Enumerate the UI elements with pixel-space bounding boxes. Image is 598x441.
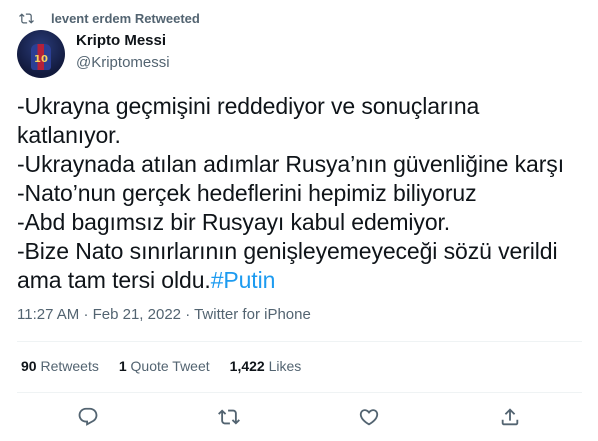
meta-separator: · [185,306,191,323]
tweet-line: -Ukraynada atılan adımlar Rusya’nın güve… [17,151,564,177]
meta-separator: · [83,306,89,323]
likes-label: Likes [268,358,302,374]
hashtag-link[interactable]: #Putin [211,267,276,293]
retweet-icon [218,409,240,425]
retweets-count: 90 [21,358,37,374]
tweet-line: -Bize Nato sınırlarının genişleyemeyeceğ… [17,238,558,264]
retweet-icon [19,12,34,24]
author-handle[interactable]: @Kriptomessi [76,54,170,71]
quote-tweets-stat[interactable]: 1 Quote Tweet [119,358,210,374]
tweet-line-last: ama tam tersi oldu.#Putin [17,266,582,295]
retweet-button[interactable] [218,406,240,428]
tweet-actions [0,406,598,430]
tweet-time[interactable]: 11:27 AM [17,306,79,323]
quotes-label: Quote Tweet [130,358,210,374]
divider [17,341,582,342]
retweet-context[interactable]: levent erdem Retweeted [19,9,200,27]
tweet-line: -Abd bagımsız bir Rusyayı kabul edemiyor… [17,209,451,235]
reply-icon [78,407,98,426]
share-button[interactable] [499,406,521,428]
share-icon [501,408,519,426]
divider [17,392,582,393]
tweet-line: ama tam tersi oldu. [17,267,211,293]
reply-button[interactable] [77,406,99,428]
avatar-number: 10 [34,54,48,65]
avatar[interactable]: 10 [17,30,65,78]
tweet-stats: 90 Retweets 1 Quote Tweet 1,422 Likes [21,358,321,374]
like-button[interactable] [358,406,380,428]
tweet-line: -Nato’nun gerçek hedeflerini hepimiz bil… [17,180,477,206]
retweet-label[interactable]: levent erdem Retweeted [51,11,200,26]
retweets-label: Retweets [40,358,99,374]
likes-count: 1,422 [229,358,265,374]
heart-icon [359,409,379,426]
tweet-date[interactable]: Feb 21, 2022 [93,306,181,323]
author-name[interactable]: Kripto Messi [76,32,166,49]
tweet-line: -Ukrayna geçmişini reddediyor ve sonuçla… [17,93,480,119]
likes-stat[interactable]: 1,422 Likes [230,358,302,374]
tweet-text: -Ukrayna geçmişini reddediyor ve sonuçla… [17,92,582,295]
quotes-count: 1 [118,358,127,374]
retweets-stat[interactable]: 90 Retweets [21,358,99,374]
tweet-source[interactable]: Twitter for iPhone [194,306,311,323]
tweet-line: katlanıyor. [17,122,121,148]
tweet-meta: 11:27 AM · Feb 21, 2022 · Twitter for iP… [17,306,311,323]
